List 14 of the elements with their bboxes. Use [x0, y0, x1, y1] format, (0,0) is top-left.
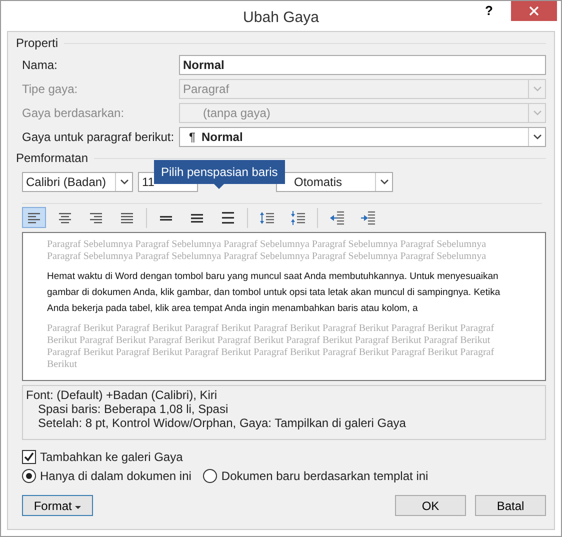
section-heading: Properti	[16, 36, 58, 50]
field-label: Nama:	[22, 58, 58, 72]
tooltip: Pilih penspasian baris	[154, 160, 285, 189]
field-label: Gaya berdasarkan:	[22, 106, 126, 120]
description-text: Spasi baris: Beberapa 1,08 li, Spasi	[37, 402, 230, 416]
window-title: Ubah Gaya	[243, 9, 319, 26]
sample-text: Hemat waktu di Word dengan tombol baru yang muncul saat Anda membutuhkannya. Untuk menyesuaikan gambar di dokumen Anda, klik gambar, dan tombol untuk opsi tata letak akan muncul di sampingnya. Ketika Anda bekerja pada tabel, klik area tempat Anda ingin menambahkan baris atau kolom, a	[47, 270, 502, 316]
description-text: Font: (Default) +Badan (Calibri), Kiri	[26, 388, 218, 402]
field-label: Tipe gaya:	[22, 82, 79, 96]
previous-paragraph-text: Paragraf Sebelumnya Paragraf Sebelumnya Paragraf Sebelumnya Paragraf Sebelumnya Paragraf Sebelumnya Paragraf Sebelumnya Paragraf Sebelumnya Paragraf Sebelumnya Paragraf Sebelumnya Paragraf Sebelumnya	[47, 239, 488, 263]
section-heading: Pemformatan	[16, 151, 88, 165]
field-label: Gaya untuk paragraf berikut:	[22, 130, 176, 144]
following-paragraph-text: Paragraf Berikut Paragraf Berikut Paragraf Berikut Paragraf Berikut Paragraf Berikut Paragraf Berikut Paragraf Berikut Paragraf Berikut Paragraf Berikut Paragraf Berikut Paragraf Berikut Paragraf Berikut Paragraf Berikut Paragraf Berikut Paragraf Berikut Paragraf Berikut Paragraf Berikut Paragraf Berikut Paragraf Berikut Paragraf Berikut	[47, 323, 496, 371]
description-text: Setelah: 8 pt, Kontrol Widow/Orphan, Gaya: Tampilkan di galeri Gaya	[37, 416, 407, 430]
